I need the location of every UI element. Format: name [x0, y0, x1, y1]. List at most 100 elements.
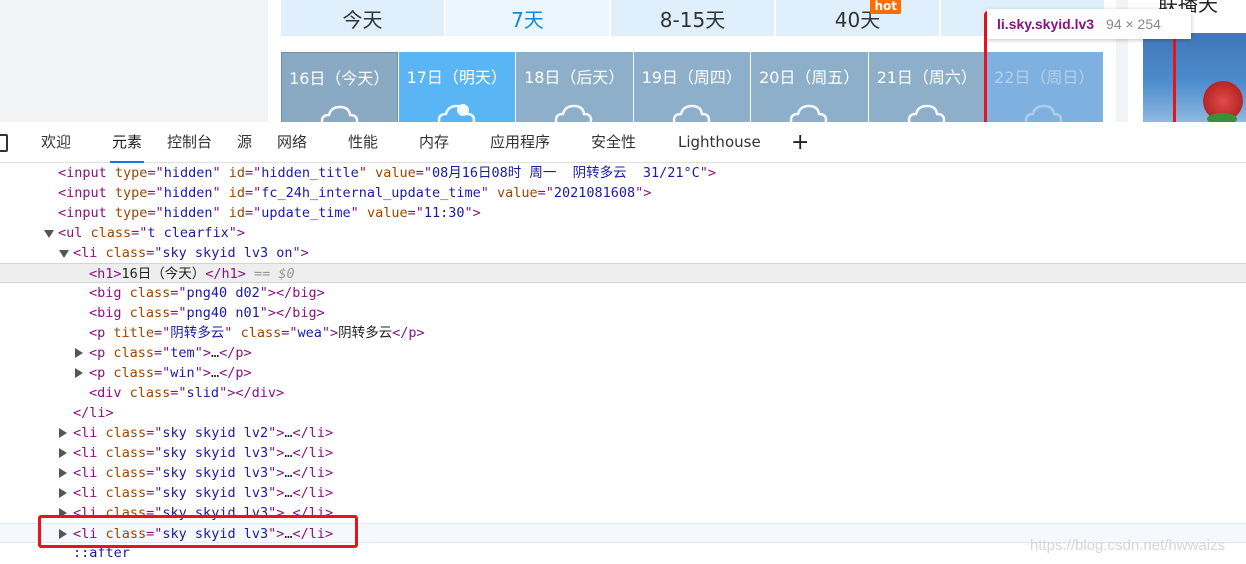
markup-token: "> [464, 205, 481, 221]
markup-token: <h1> [89, 266, 122, 282]
day-label: 20日（周五） [759, 68, 860, 87]
markup-token: class [105, 465, 147, 481]
markup-token: =" [154, 325, 171, 341]
dom-tree-line[interactable]: <input type="hidden" id="update_time" va… [0, 203, 1246, 223]
dom-tree-line[interactable]: <li class="sky skyid lv3">…</li> [0, 463, 1246, 483]
tab-7-days[interactable]: 7天 [446, 0, 609, 36]
tab-performance[interactable]: 性能 [348, 122, 378, 163]
tab-application[interactable]: 应用程序 [490, 122, 550, 163]
day-card[interactable]: 17日（明天） [398, 52, 515, 122]
dom-tree-line[interactable]: <h1>16日（今天）</h1> == $0 [0, 263, 1246, 283]
markup-token: class [240, 325, 282, 341]
markup-token: =" [146, 445, 163, 461]
collapse-triangle-icon[interactable] [59, 488, 67, 498]
dom-tree-line[interactable]: <p class="win">…</p> [0, 363, 1246, 383]
dom-tree-line[interactable]: <ul class="t clearfix"> [0, 223, 1246, 243]
markup-token: type [114, 165, 148, 181]
day-card[interactable]: 16日（今天） [281, 52, 398, 122]
dom-tree-line[interactable]: <big class="png40 n01"></big> [0, 303, 1246, 323]
dom-tree-line[interactable]: <li class="sky skyid lv3">…</li> [0, 483, 1246, 503]
markup-token: png40 d02 [186, 285, 260, 301]
dom-tree-line[interactable]: <li class="sky skyid lv2">…</li> [0, 423, 1246, 443]
tab-console[interactable]: 控制台 [167, 122, 212, 163]
node-markup: <div class="slid"></div> [89, 383, 284, 403]
tab-40-days[interactable]: 40天 hot [776, 0, 939, 36]
day-card[interactable]: 18日（后天） [516, 52, 633, 122]
dom-tree-line[interactable]: </li> [0, 403, 1246, 423]
cloud-icon [554, 104, 593, 122]
dom-tree-line[interactable]: <li class="sky skyid lv3 on"> [0, 243, 1246, 263]
more-tools-plus-icon[interactable]: + [791, 122, 809, 163]
tab-lighthouse[interactable]: Lighthouse [678, 122, 761, 163]
tab-security[interactable]: 安全性 [591, 122, 636, 163]
sun-cloud-icon [437, 104, 475, 122]
dom-tree-line[interactable]: <big class="png40 d02"></big> [0, 283, 1246, 303]
markup-token: "> [268, 465, 285, 481]
page-left-gutter [0, 0, 268, 122]
device-toggle-icon[interactable] [0, 134, 8, 152]
markup-token: =" [170, 385, 187, 401]
tab-welcome[interactable]: 欢迎 [41, 122, 71, 163]
expand-triangle-icon[interactable] [44, 230, 54, 238]
dom-tree-line[interactable]: <input type="hidden" id="hidden_title" v… [0, 163, 1246, 183]
leaf-shape [1207, 113, 1237, 122]
collapse-triangle-icon[interactable] [59, 448, 67, 458]
dom-tree-line[interactable]: <p title="阴转多云" class="wea">阴转多云</p> [0, 323, 1246, 343]
collapse-triangle-icon[interactable] [75, 368, 83, 378]
markup-token: png40 n01 [186, 305, 260, 321]
day-card[interactable]: 20日（周五） [751, 52, 868, 122]
tab-8-15-days[interactable]: 8-15天 [611, 0, 774, 36]
markup-token: class [129, 385, 171, 401]
markup-token: <p [89, 345, 114, 361]
markup-token: sky skyid lv3 on [162, 245, 293, 261]
markup-token: hidden_title [261, 165, 359, 181]
devtools-panel: 欢迎 元素 控制台 源 网络 性能 内存 应用程序 安全性 Lighthouse… [0, 122, 1246, 564]
collapse-triangle-icon[interactable] [59, 468, 67, 478]
tab-sources[interactable]: 源 [237, 122, 252, 163]
cloud-icon [907, 104, 945, 122]
markup-token: =" [154, 365, 171, 381]
markup-token: sky skyid lv2 [162, 425, 269, 441]
markup-token: <ul [58, 225, 91, 241]
markup-token: =" [146, 465, 163, 481]
markup-token: </h1> [205, 266, 246, 282]
markup-token: value [375, 165, 416, 181]
day-label: 21日（周六） [876, 68, 977, 87]
expand-triangle-icon[interactable] [59, 250, 69, 258]
markup-token: </li> [292, 445, 334, 461]
markup-token: "> [292, 245, 309, 261]
markup-token: =" [146, 485, 163, 501]
dom-tree-line[interactable]: <li class="sky skyid lv3">…</li> [0, 443, 1246, 463]
tab-today[interactable]: 今天 [281, 0, 444, 36]
markup-token: class [90, 225, 132, 241]
dom-tree-line[interactable]: <input type="hidden" id="fc_24h_internal… [0, 183, 1246, 203]
day-card[interactable]: 19日（周四） [633, 52, 750, 122]
collapse-triangle-icon[interactable] [59, 428, 67, 438]
markup-token: 阴转多云 [170, 325, 225, 341]
cloud-icon [789, 104, 828, 122]
markup-token: </li> [73, 405, 114, 421]
node-markup: </li> [73, 403, 114, 423]
markup-token: title [113, 325, 155, 341]
markup-token: == $0 [245, 266, 295, 282]
markup-token: id [228, 165, 245, 181]
collapse-triangle-icon[interactable] [75, 348, 83, 358]
forecast-range-tabs: 今天 7天 8-15天 40天 hot [281, 0, 1104, 36]
tab-network[interactable]: 网络 [277, 122, 307, 163]
node-markup: <p class="win">…</p> [89, 363, 252, 383]
day-card[interactable]: 21日（周六） [868, 52, 985, 122]
tab-memory[interactable]: 内存 [419, 122, 449, 163]
node-markup: <li class="sky skyid lv3">…</li> [73, 463, 333, 483]
markup-token: </li> [292, 465, 334, 481]
markup-token: "></big> [259, 285, 325, 301]
markup-token: hidden [163, 185, 213, 201]
tab-elements[interactable]: 元素 [109, 122, 145, 163]
markup-token: " [212, 165, 229, 181]
day-label: 18日（后天） [524, 68, 625, 87]
markup-token: sky skyid lv3 [162, 465, 269, 481]
node-markup: <input type="hidden" id="fc_24h_internal… [58, 183, 651, 203]
dom-tree-line[interactable]: <p class="tem">…</p> [0, 343, 1246, 363]
markup-token: sky skyid lv3 [162, 485, 269, 501]
dom-tree-line[interactable]: <div class="slid"></div> [0, 383, 1246, 403]
cloud-icon [320, 105, 359, 122]
